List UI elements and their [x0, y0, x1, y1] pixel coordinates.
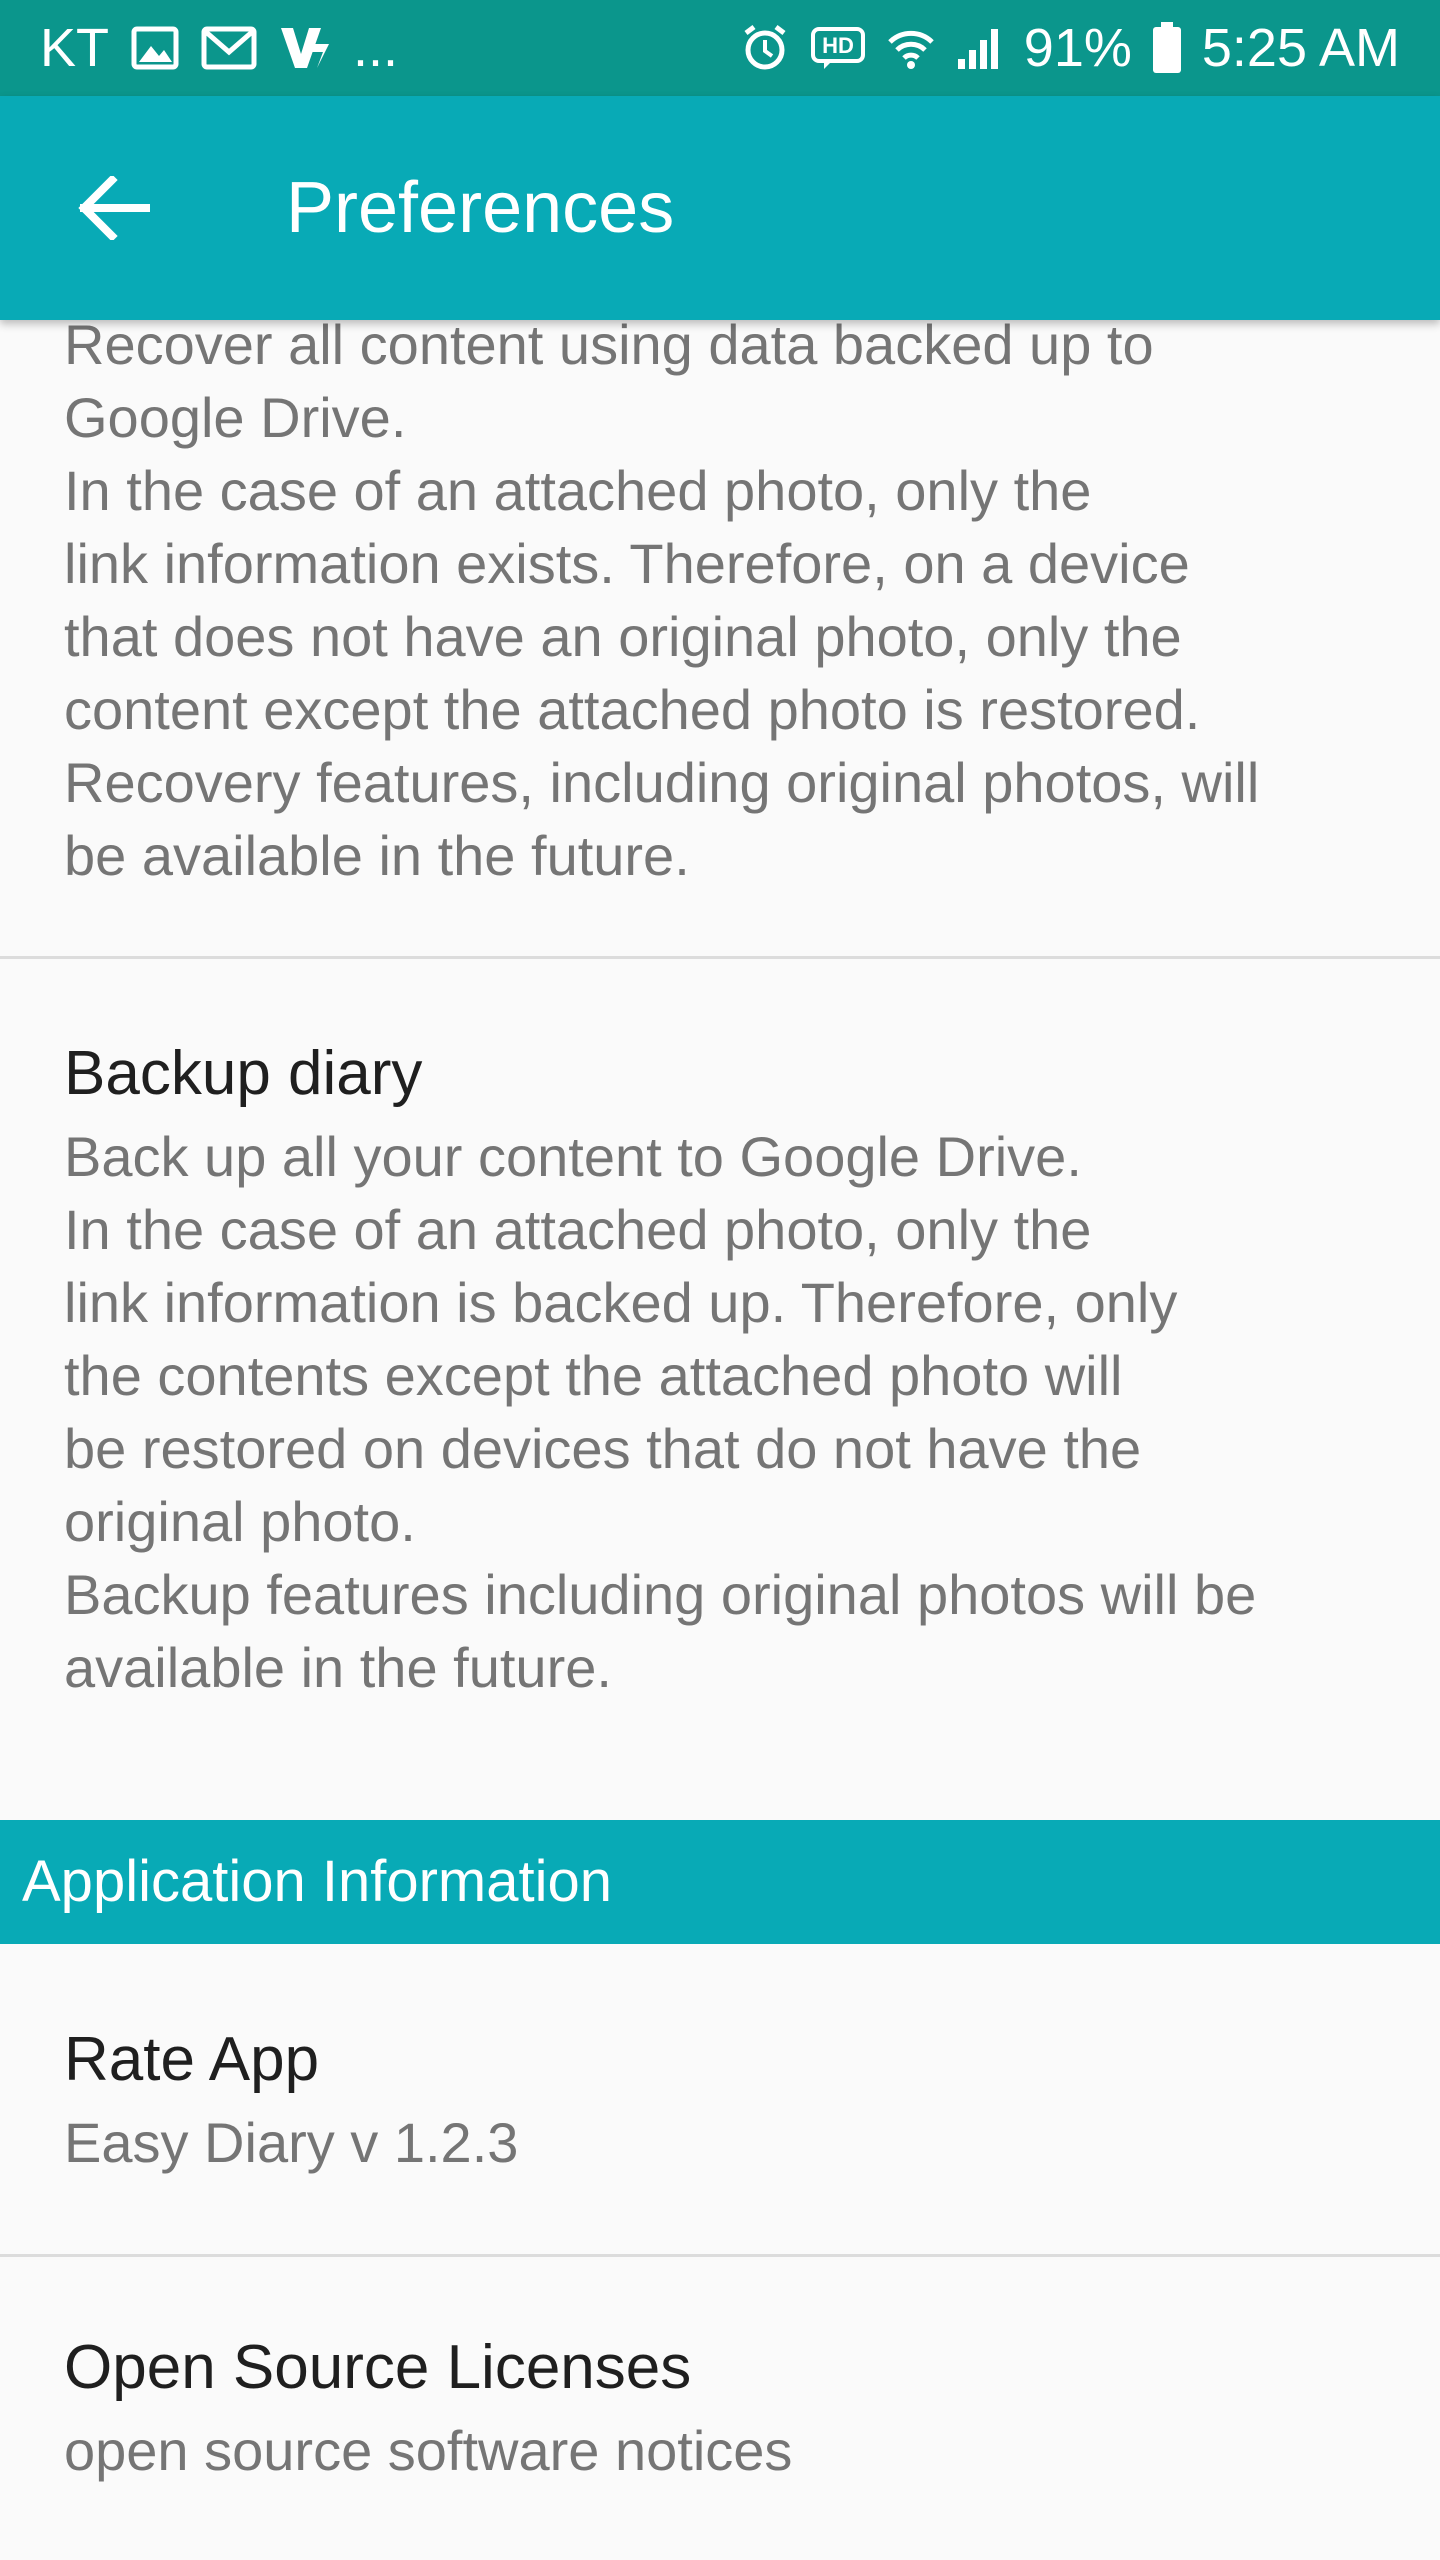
open-source-licenses-title: Open Source Licenses	[64, 2333, 692, 2402]
backup-line-6: original photo.	[64, 1490, 416, 1553]
alarm-icon	[740, 23, 790, 73]
restore-line-8: be available in the future.	[64, 824, 690, 887]
restore-line-2: Google Drive.	[64, 386, 407, 449]
status-bar: KT ... HD 91% 5:25 AM	[0, 0, 1440, 96]
status-left: KT ...	[40, 21, 398, 75]
open-source-licenses-summary: open source software notices	[64, 2419, 793, 2482]
image-icon	[131, 26, 179, 70]
hd-badge-text: HD	[822, 33, 854, 58]
arrow-left-icon	[78, 176, 150, 240]
status-right: HD 91% 5:25 AM	[740, 21, 1400, 75]
battery-icon	[1152, 22, 1182, 74]
rate-app-item[interactable]: Rate App Easy Diary v 1.2.3	[64, 2020, 1404, 2179]
wifi-icon	[886, 24, 936, 72]
restore-diary-item[interactable]: Recover all content using data backed up…	[64, 308, 1404, 892]
backup-line-4: the contents except the attached photo w…	[64, 1344, 1123, 1407]
section-header-application-information: Application Information	[0, 1820, 1440, 1944]
backup-line-2: In the case of an attached photo, only t…	[64, 1198, 1092, 1261]
battery-percent: 91%	[1023, 18, 1132, 78]
backup-diary-title: Backup diary	[64, 1039, 423, 1108]
clock: 5:25 AM	[1201, 18, 1400, 78]
restore-line-1: Recover all content using data backed up…	[64, 313, 1154, 376]
backup-line-3: link information is backed up. Therefore…	[64, 1271, 1178, 1334]
app-bar: Preferences	[0, 96, 1440, 320]
restore-line-3: In the case of an attached photo, only t…	[64, 459, 1092, 522]
more-notifications-label: ...	[353, 18, 399, 78]
backup-diary-summary: Back up all your content to Google Drive…	[64, 1120, 1404, 1704]
signal-icon	[956, 25, 1004, 71]
restore-line-6: content except the attached photo is res…	[64, 678, 1201, 741]
restore-line-4: link information exists. Therefore, on a…	[64, 532, 1190, 595]
restore-diary-summary: Recover all content using data backed up…	[64, 308, 1404, 892]
backup-line-8: available in the future.	[64, 1636, 612, 1699]
backup-diary-item[interactable]: Backup diary Back up all your content to…	[64, 1034, 1404, 1704]
app-version: Easy Diary v 1.2.3	[64, 2111, 519, 2174]
back-button[interactable]	[64, 158, 164, 258]
page-title: Preferences	[286, 168, 675, 248]
carrier-label: KT	[40, 18, 110, 78]
open-source-licenses-item[interactable]: Open Source Licenses open source softwar…	[64, 2328, 1404, 2487]
backup-line-1: Back up all your content to Google Drive…	[64, 1125, 1082, 1188]
restore-line-5: that does not have an original photo, on…	[64, 605, 1182, 668]
divider	[0, 956, 1440, 959]
restore-line-7: Recovery features, including original ph…	[64, 751, 1260, 814]
backup-line-7: Backup features including original photo…	[64, 1563, 1257, 1626]
backup-line-5: be restored on devices that do not have …	[64, 1417, 1142, 1480]
rate-app-title: Rate App	[64, 2025, 320, 2094]
v-app-icon	[279, 24, 331, 72]
mail-icon	[201, 26, 257, 70]
hd-icon: HD	[810, 26, 866, 70]
divider	[0, 2254, 1440, 2257]
